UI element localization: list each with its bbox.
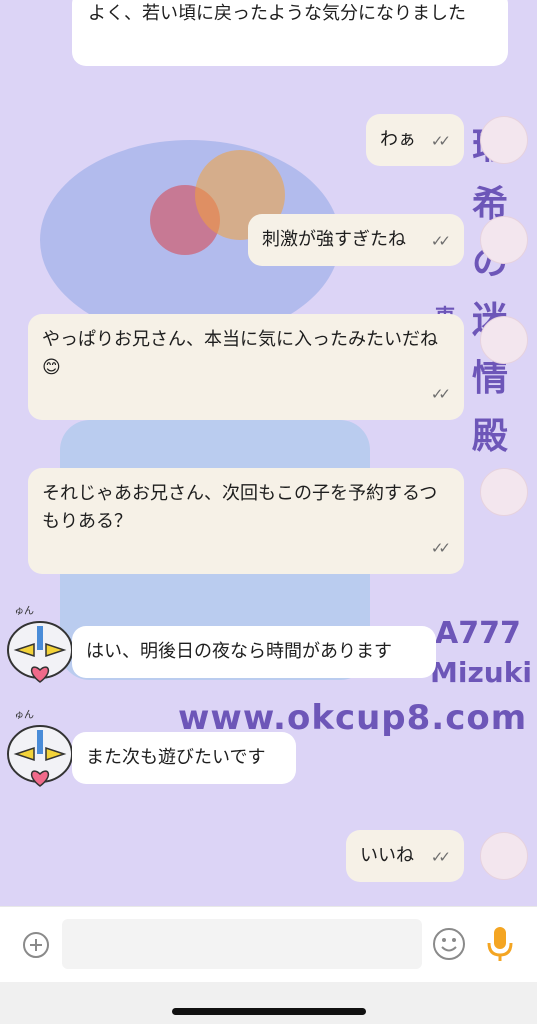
message-composer [0, 906, 537, 983]
message-bubble-outgoing[interactable]: 刺激が強すぎたね ✓✓ [248, 214, 464, 266]
message-text: わぁ [380, 129, 416, 150]
avatar[interactable] [480, 832, 528, 880]
smiley-icon[interactable] [432, 927, 466, 961]
message-text: よく、若い頃に戻ったような気分になりました [88, 3, 466, 24]
read-receipt-icon: ✓✓ [430, 132, 451, 150]
microphone-icon[interactable] [486, 925, 514, 963]
message-text: やっぱりお兄さん、本当に気に入ったみたいだね😊 [42, 329, 438, 378]
sticker-text: きゅん [4, 605, 34, 617]
message-bubble-outgoing[interactable]: やっぱりお兄さん、本当に気に入ったみたいだね😊 ✓✓ [28, 314, 464, 420]
robot-sticker-avatar[interactable]: きゅん [2, 600, 78, 692]
read-receipt-icon: ✓✓ [430, 232, 451, 250]
message-text: 刺激が強すぎたね [262, 229, 406, 250]
robot-sticker-avatar[interactable]: きゅん [2, 704, 78, 796]
message-bubble-outgoing[interactable]: それじゃあお兄さん、次回もこの子を予約するつもりある？ ✓✓ [28, 468, 464, 574]
read-receipt-icon: ✓✓ [430, 385, 451, 403]
home-indicator-area [0, 982, 537, 1024]
plus-circle-icon[interactable] [22, 931, 50, 959]
wallpaper-brand-line1: A777 [435, 616, 521, 651]
message-bubble-outgoing[interactable]: わぁ ✓✓ [366, 114, 464, 166]
home-indicator[interactable] [172, 1008, 366, 1015]
message-bubble-incoming[interactable]: よく、若い頃に戻ったような気分になりました [72, 0, 508, 66]
message-text: はい、明後日の夜なら時間があります [86, 641, 392, 662]
message-input[interactable] [62, 919, 422, 969]
avatar[interactable] [480, 468, 528, 516]
read-receipt-icon: ✓✓ [430, 539, 451, 557]
wallpaper-brand-line2: Mizuki [430, 656, 532, 689]
read-receipt-icon: ✓✓ [430, 848, 451, 866]
message-text: それじゃあお兄さん、次回もこの子を予約するつもりある？ [42, 483, 438, 532]
avatar[interactable] [480, 316, 528, 364]
avatar[interactable] [480, 216, 528, 264]
message-bubble-incoming[interactable]: はい、明後日の夜なら時間があります [72, 626, 436, 678]
avatar[interactable] [480, 116, 528, 164]
wallpaper-vertical-title: 瑞希の迷情殿 [471, 126, 508, 457]
message-bubble-incoming[interactable]: また次も遊びたいです [72, 732, 296, 784]
message-text: また次も遊びたいです [86, 747, 266, 768]
sticker-text: きゅん [4, 709, 34, 721]
message-bubble-outgoing[interactable]: いいね ✓✓ [346, 830, 464, 882]
chat-area[interactable]: 瑞希の迷情殿 東 デ A777 Mizuki www.okcup8.com よく… [0, 0, 537, 906]
message-text: いいね [360, 845, 414, 866]
